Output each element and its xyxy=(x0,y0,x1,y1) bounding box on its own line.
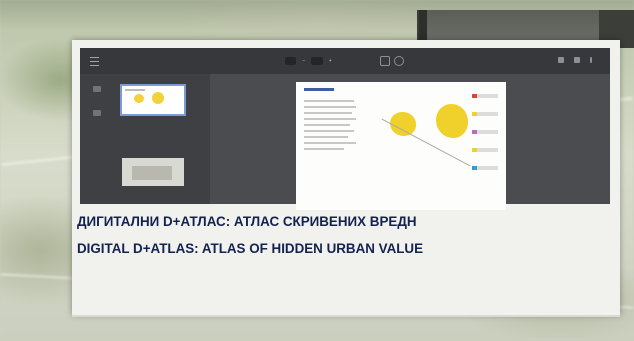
pdf-viewer[interactable]: − + xyxy=(80,48,610,210)
page-navigator[interactable]: − + xyxy=(285,55,332,66)
text-line xyxy=(304,148,344,150)
text-line xyxy=(304,100,354,102)
thumb-map-blob xyxy=(152,92,164,104)
caption-english: DIGITAL D+ATLAS: ATLAS OF HIDDEN URBAN V… xyxy=(77,241,424,256)
page-input[interactable] xyxy=(285,56,297,65)
menu-icon[interactable] xyxy=(90,57,99,66)
text-line xyxy=(304,130,354,132)
frame-bottom-edge xyxy=(72,315,620,317)
fit-page-icon[interactable] xyxy=(380,56,390,66)
thumb-image xyxy=(132,166,172,180)
page-thumbnail[interactable] xyxy=(120,84,186,116)
page-heading xyxy=(304,88,334,91)
viewer-toolbar: − + xyxy=(80,48,610,74)
zoom-in-icon[interactable]: + xyxy=(329,58,332,64)
legend-swatch xyxy=(472,166,477,170)
legend-swatch xyxy=(472,112,477,116)
page-thumbnail[interactable] xyxy=(122,158,184,186)
caption-serbian: ДИГИТАЛНИ D+АТЛАС: АТЛАС СКРИВЕНИХ ВРЕДН xyxy=(77,214,417,229)
legend-swatch xyxy=(472,94,477,98)
thumb-line xyxy=(125,89,145,91)
text-line xyxy=(304,136,348,138)
legend-swatch xyxy=(472,130,477,134)
thumbnail-sidebar xyxy=(80,74,210,204)
text-line xyxy=(304,118,356,120)
document-page xyxy=(296,82,506,210)
rotate-icon[interactable] xyxy=(394,56,404,66)
map-blob xyxy=(436,104,468,138)
text-line xyxy=(304,106,356,108)
outline-icon[interactable] xyxy=(93,110,101,116)
download-icon[interactable] xyxy=(558,57,564,63)
print-icon[interactable] xyxy=(574,57,580,63)
text-line xyxy=(304,112,352,114)
more-options-icon[interactable] xyxy=(590,57,592,63)
text-line xyxy=(304,142,356,144)
legend-swatch xyxy=(472,148,477,152)
zoom-out-icon[interactable]: − xyxy=(302,58,305,64)
thumb-map-blob xyxy=(134,94,144,103)
thumbnails-icon[interactable] xyxy=(93,86,101,92)
text-line xyxy=(304,124,350,126)
zoom-input[interactable] xyxy=(311,56,323,65)
